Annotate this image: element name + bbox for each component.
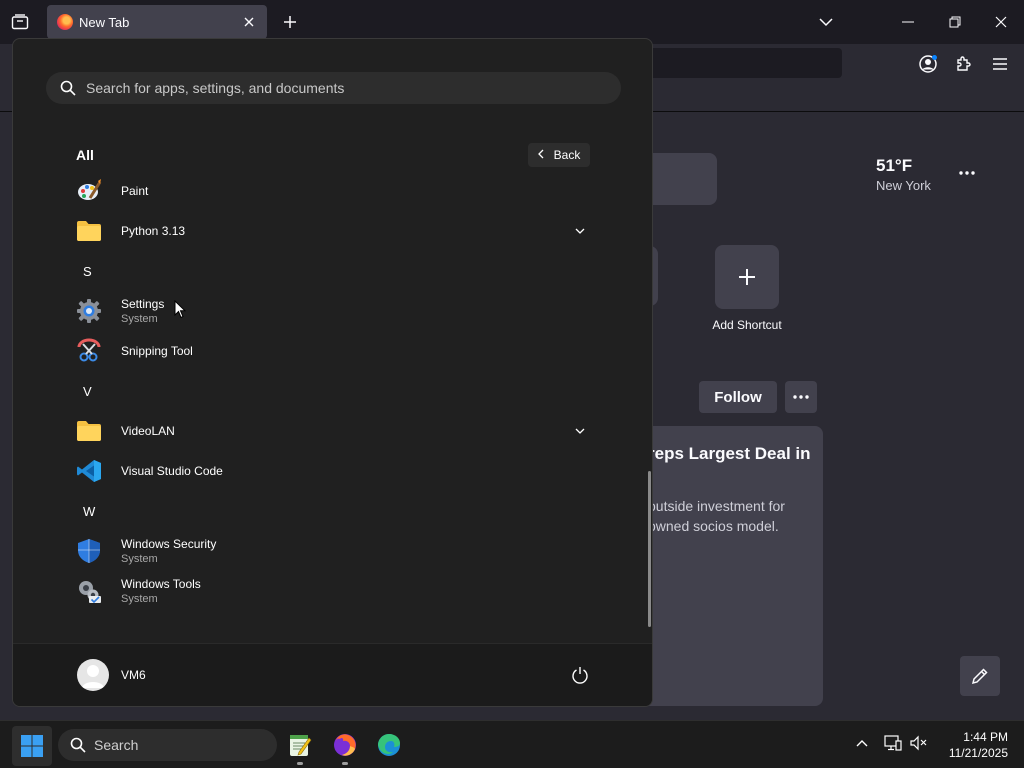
story-excerpt: outside investment for owned socios mode… — [648, 498, 785, 534]
vscode-icon — [75, 457, 103, 485]
start-button[interactable] — [12, 726, 52, 766]
account-icon[interactable] — [917, 53, 939, 75]
tab-new-tab[interactable]: New Tab — [47, 5, 267, 39]
app-name: Python 3.13 — [121, 224, 186, 238]
chevron-down-icon[interactable] — [573, 424, 587, 438]
network-icon[interactable] — [883, 733, 903, 753]
app-name: Windows Security — [121, 537, 217, 551]
tab-list-icon[interactable] — [8, 11, 32, 33]
weather-widget[interactable]: 51°F New York — [876, 156, 931, 193]
app-name: Snipping Tool — [121, 344, 193, 358]
back-button[interactable]: Back — [528, 143, 590, 167]
folder-icon — [75, 217, 103, 245]
app-item-vscode[interactable]: Visual Studio Code — [69, 452, 599, 490]
add-shortcut-label: Add Shortcut — [712, 318, 782, 332]
topic-more-options-icon[interactable] — [785, 381, 817, 413]
app-item-windows-security[interactable]: Windows Security System — [69, 532, 599, 570]
edge-icon — [378, 734, 400, 756]
mouse-pointer-icon — [174, 300, 186, 319]
minimize-icon[interactable] — [896, 10, 920, 34]
chevron-left-icon — [537, 148, 544, 162]
clock-date: 11/21/2025 — [948, 746, 1008, 760]
folder-item-videolan[interactable]: VideoLAN — [69, 412, 599, 450]
taskbar-app-firefox[interactable] — [329, 729, 361, 765]
notepad-icon — [290, 735, 312, 756]
start-menu: Search for apps, settings, and documents… — [12, 38, 653, 707]
user-name[interactable]: VM6 — [121, 668, 146, 682]
plus-icon — [739, 269, 755, 285]
windows-security-shield-icon — [75, 537, 103, 565]
letter-header-v[interactable]: V — [83, 384, 92, 399]
all-apps-scrollbar[interactable] — [648, 471, 651, 627]
app-item-windows-tools[interactable]: Windows Tools System — [69, 572, 599, 610]
chevron-down-icon[interactable] — [573, 224, 587, 238]
windows-logo-icon — [21, 735, 43, 757]
taskbar-search-box[interactable]: Search — [58, 729, 277, 761]
app-item-paint[interactable]: Paint — [69, 172, 599, 210]
app-name: Visual Studio Code — [121, 464, 223, 478]
url-bar[interactable] — [640, 48, 842, 78]
app-name: Windows Tools — [121, 577, 201, 591]
all-apps-list: Paint Python 3.13 S Settings System Snip… — [13, 172, 652, 642]
back-label: Back — [553, 148, 581, 162]
start-search-input[interactable]: Search for apps, settings, and documents — [46, 72, 621, 104]
close-window-icon[interactable] — [989, 10, 1013, 34]
folder-icon — [75, 417, 103, 445]
clock-time: 1:44 PM — [963, 730, 1008, 744]
running-indicator — [297, 762, 303, 765]
letter-header-s[interactable]: S — [83, 264, 92, 279]
app-subtitle: System — [121, 553, 158, 565]
customize-pencil-icon[interactable] — [960, 656, 1000, 696]
folder-item-python[interactable]: Python 3.13 — [69, 212, 599, 250]
weather-temperature: 51°F — [876, 156, 913, 175]
close-tab-icon[interactable] — [241, 14, 257, 30]
list-all-tabs-chevron-icon[interactable] — [814, 10, 838, 34]
settings-gear-icon — [75, 297, 103, 325]
firefox-favicon-icon — [57, 14, 73, 30]
add-shortcut-button[interactable] — [715, 245, 779, 309]
search-icon — [70, 737, 86, 753]
story-card[interactable]: reps Largest Deal in outside investment … — [630, 426, 823, 706]
start-search-placeholder: Search for apps, settings, and documents — [86, 80, 345, 96]
restore-icon[interactable] — [943, 10, 967, 34]
volume-muted-icon[interactable] — [909, 733, 929, 753]
paint-icon — [75, 177, 103, 205]
user-avatar-icon[interactable] — [77, 659, 109, 691]
running-indicator — [342, 762, 348, 765]
windows-tools-icon — [75, 577, 103, 605]
follow-button[interactable]: Follow — [699, 381, 777, 413]
start-menu-footer: VM6 — [13, 643, 652, 706]
taskbar: Search 1:44 PM 11/21/2025 — [0, 720, 1024, 768]
show-hidden-icons-chevron-icon[interactable] — [852, 733, 872, 753]
app-name: Settings — [121, 297, 165, 311]
taskbar-app-edge[interactable] — [373, 729, 405, 761]
app-item-settings[interactable]: Settings System — [69, 292, 599, 330]
new-tab-plus-icon[interactable] — [279, 11, 301, 33]
weather-more-options-icon[interactable] — [955, 163, 979, 183]
search-icon — [60, 80, 76, 96]
app-name: Paint — [121, 184, 149, 198]
all-apps-heading: All — [76, 147, 94, 163]
taskbar-app-notepad[interactable] — [284, 729, 316, 765]
app-subtitle: System — [121, 313, 158, 325]
taskbar-search-label: Search — [94, 737, 139, 753]
app-name: VideoLAN — [121, 424, 175, 438]
tab-title: New Tab — [79, 14, 130, 30]
power-icon[interactable] — [569, 664, 591, 686]
taskbar-clock[interactable]: 1:44 PM 11/21/2025 — [938, 729, 1008, 761]
story-headline: reps Largest Deal in — [648, 444, 811, 463]
extensions-puzzle-icon[interactable] — [953, 53, 975, 75]
app-item-snipping-tool[interactable]: Snipping Tool — [69, 332, 599, 370]
app-subtitle: System — [121, 593, 158, 605]
app-menu-hamburger-icon[interactable] — [989, 53, 1011, 75]
weather-city: New York — [876, 178, 931, 193]
snipping-tool-icon — [75, 337, 103, 365]
letter-header-w[interactable]: W — [83, 504, 95, 519]
firefox-icon — [334, 734, 356, 756]
